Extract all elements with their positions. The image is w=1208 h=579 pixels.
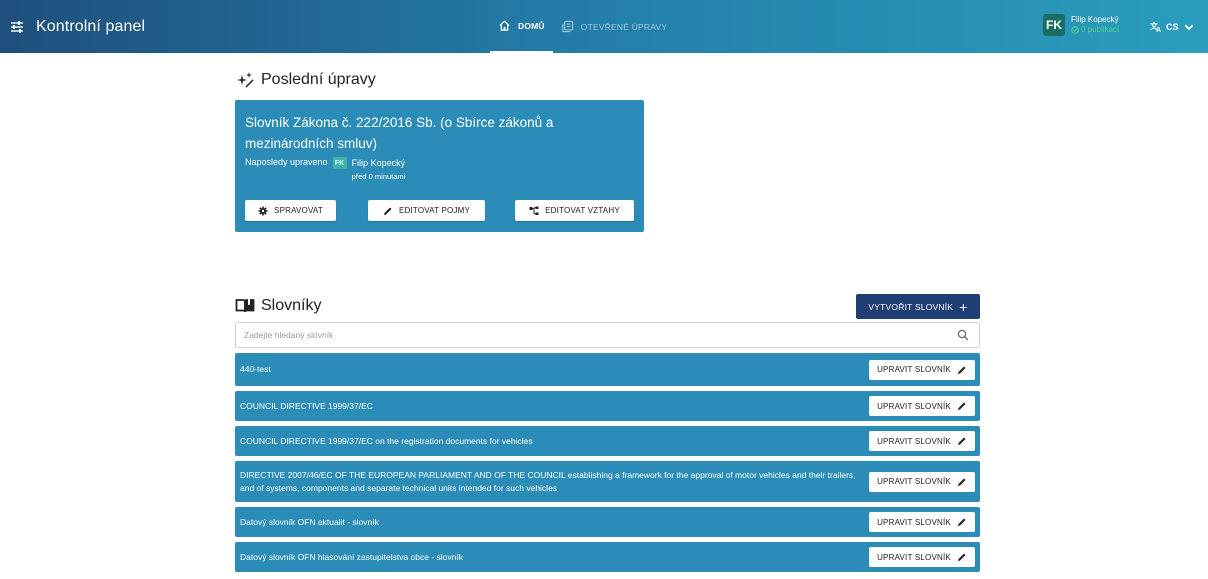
translate-icon: 文 A [1150,21,1161,33]
tab-open-edits[interactable]: OTEVŘENÉ ÚPRAVY [553,0,675,53]
edited-time: před 0 minutami [351,172,406,181]
main-nav: DOMŮ OTEVŘENÉ ÚPRAVY [490,0,675,53]
user-menu[interactable]: FK Filip Kopecký 0 publikací [1043,14,1119,36]
edit-vocabulary-button[interactable]: UPRAVIT SLOVNÍK [869,512,975,532]
recent-edits-heading: Poslední úpravy [235,70,376,90]
plus-icon: + [959,298,968,315]
list-item[interactable]: Datový slovník OFN hlasování zastupitels… [235,542,980,572]
brand[interactable]: Kontrolní panel [10,0,145,53]
home-icon [499,20,510,31]
pencil-icon [383,207,392,215]
book-open-icon [235,298,255,313]
search-icon[interactable] [957,329,969,341]
vocabulary-name: 440-test [240,364,271,374]
vocabulary-name: COUNCIL DIRECTIVE 1999/37/EC [240,400,373,411]
edit-relations-button[interactable]: EDITOVAT VZTAHY [515,200,634,221]
edit-terms-button[interactable]: EDITOVAT POJMY [368,200,485,221]
recent-vocabulary-title[interactable]: Slovník Zákona č. 222/2016 Sb. (o Sbírce… [245,112,585,154]
vocabulary-name: COUNCIL DIRECTIVE 1999/37/EC on the regi… [240,435,533,446]
create-vocabulary-button[interactable]: VYTVOŘIT SLOVNÍK + [856,294,980,319]
user-name: Filip Kopecký [1071,15,1119,24]
sliders-icon [11,20,23,33]
vocabularies-heading: Slovníky [235,296,321,316]
recent-meta: Naposledy upraveno FK Filip Kopecký před… [245,157,634,183]
tab-home[interactable]: DOMŮ [490,0,553,53]
list-item[interactable]: DIRECTIVE 2007/46/EC OF THE EUROPEAN PAR… [235,461,980,502]
section-title: Slovníky [261,297,322,314]
pencil-icon [957,366,966,374]
pencil-icon [957,437,966,445]
pencil-icon [957,553,966,561]
vocabulary-list: 440-test UPRAVIT SLOVNÍK COUNCIL DIRECTI… [235,353,980,577]
tab-open-edits-label: OTEVŘENÉ ÚPRAVY [580,21,668,32]
chevron-down-icon [1184,24,1193,30]
list-item[interactable]: COUNCIL DIRECTIVE 1999/37/EC UPRAVIT SLO… [235,391,980,421]
vocabulary-search [235,322,980,348]
edit-vocabulary-button[interactable]: UPRAVIT SLOVNÍK [869,431,975,451]
recent-edit-card: Slovník Zákona č. 222/2016 Sb. (o Sbírce… [235,100,644,232]
vocabulary-name: Datový slovník OFN hlasování zastupitels… [240,551,463,562]
language-selector[interactable]: 文 A CS [1150,0,1195,53]
editor-name: Filip Kopecký [351,158,406,168]
manage-button[interactable]: SPRAVOVAT [245,200,336,221]
top-app-bar: Kontrolní panel DOMŮ OTEVŘENÉ ÚPRAVY FK … [0,0,1208,53]
check-circle-icon [1071,26,1079,34]
sparkles-icon [237,72,254,88]
user-publications: 0 publikací [1071,25,1119,35]
search-input[interactable] [236,323,936,347]
page-title: Poslední úpravy [261,71,376,88]
vocabulary-name: DIRECTIVE 2007/46/EC OF THE EUROPEAN PAR… [240,469,856,493]
hierarchy-icon [529,206,539,215]
edit-vocabulary-button[interactable]: UPRAVIT SLOVNÍK [869,471,975,492]
pencil-icon [957,402,966,410]
pencil-icon [957,518,966,526]
gear-icon [258,206,268,215]
avatar: FK [332,157,347,169]
last-edited-label: Naposledy upraveno [245,157,328,167]
copy-icon [562,20,573,33]
list-item[interactable]: Datový slovník OFN aktualit - slovník UP… [235,507,980,537]
svg-text:A: A [1156,27,1161,33]
pencil-icon [957,478,966,486]
avatar: FK [1043,14,1065,36]
edit-vocabulary-button[interactable]: UPRAVIT SLOVNÍK [869,396,975,416]
tab-home-label: DOMŮ [518,20,545,31]
edit-vocabulary-button[interactable]: UPRAVIT SLOVNÍK [869,359,975,380]
edit-vocabulary-button[interactable]: UPRAVIT SLOVNÍK [869,547,975,567]
app-title: Kontrolní panel [36,17,146,35]
list-item[interactable]: 440-test UPRAVIT SLOVNÍK [235,353,980,386]
language-code: CS [1166,21,1179,32]
vocabulary-name: Datový slovník OFN aktualit - slovník [240,516,379,527]
list-item[interactable]: COUNCIL DIRECTIVE 1999/37/EC on the regi… [235,426,980,456]
